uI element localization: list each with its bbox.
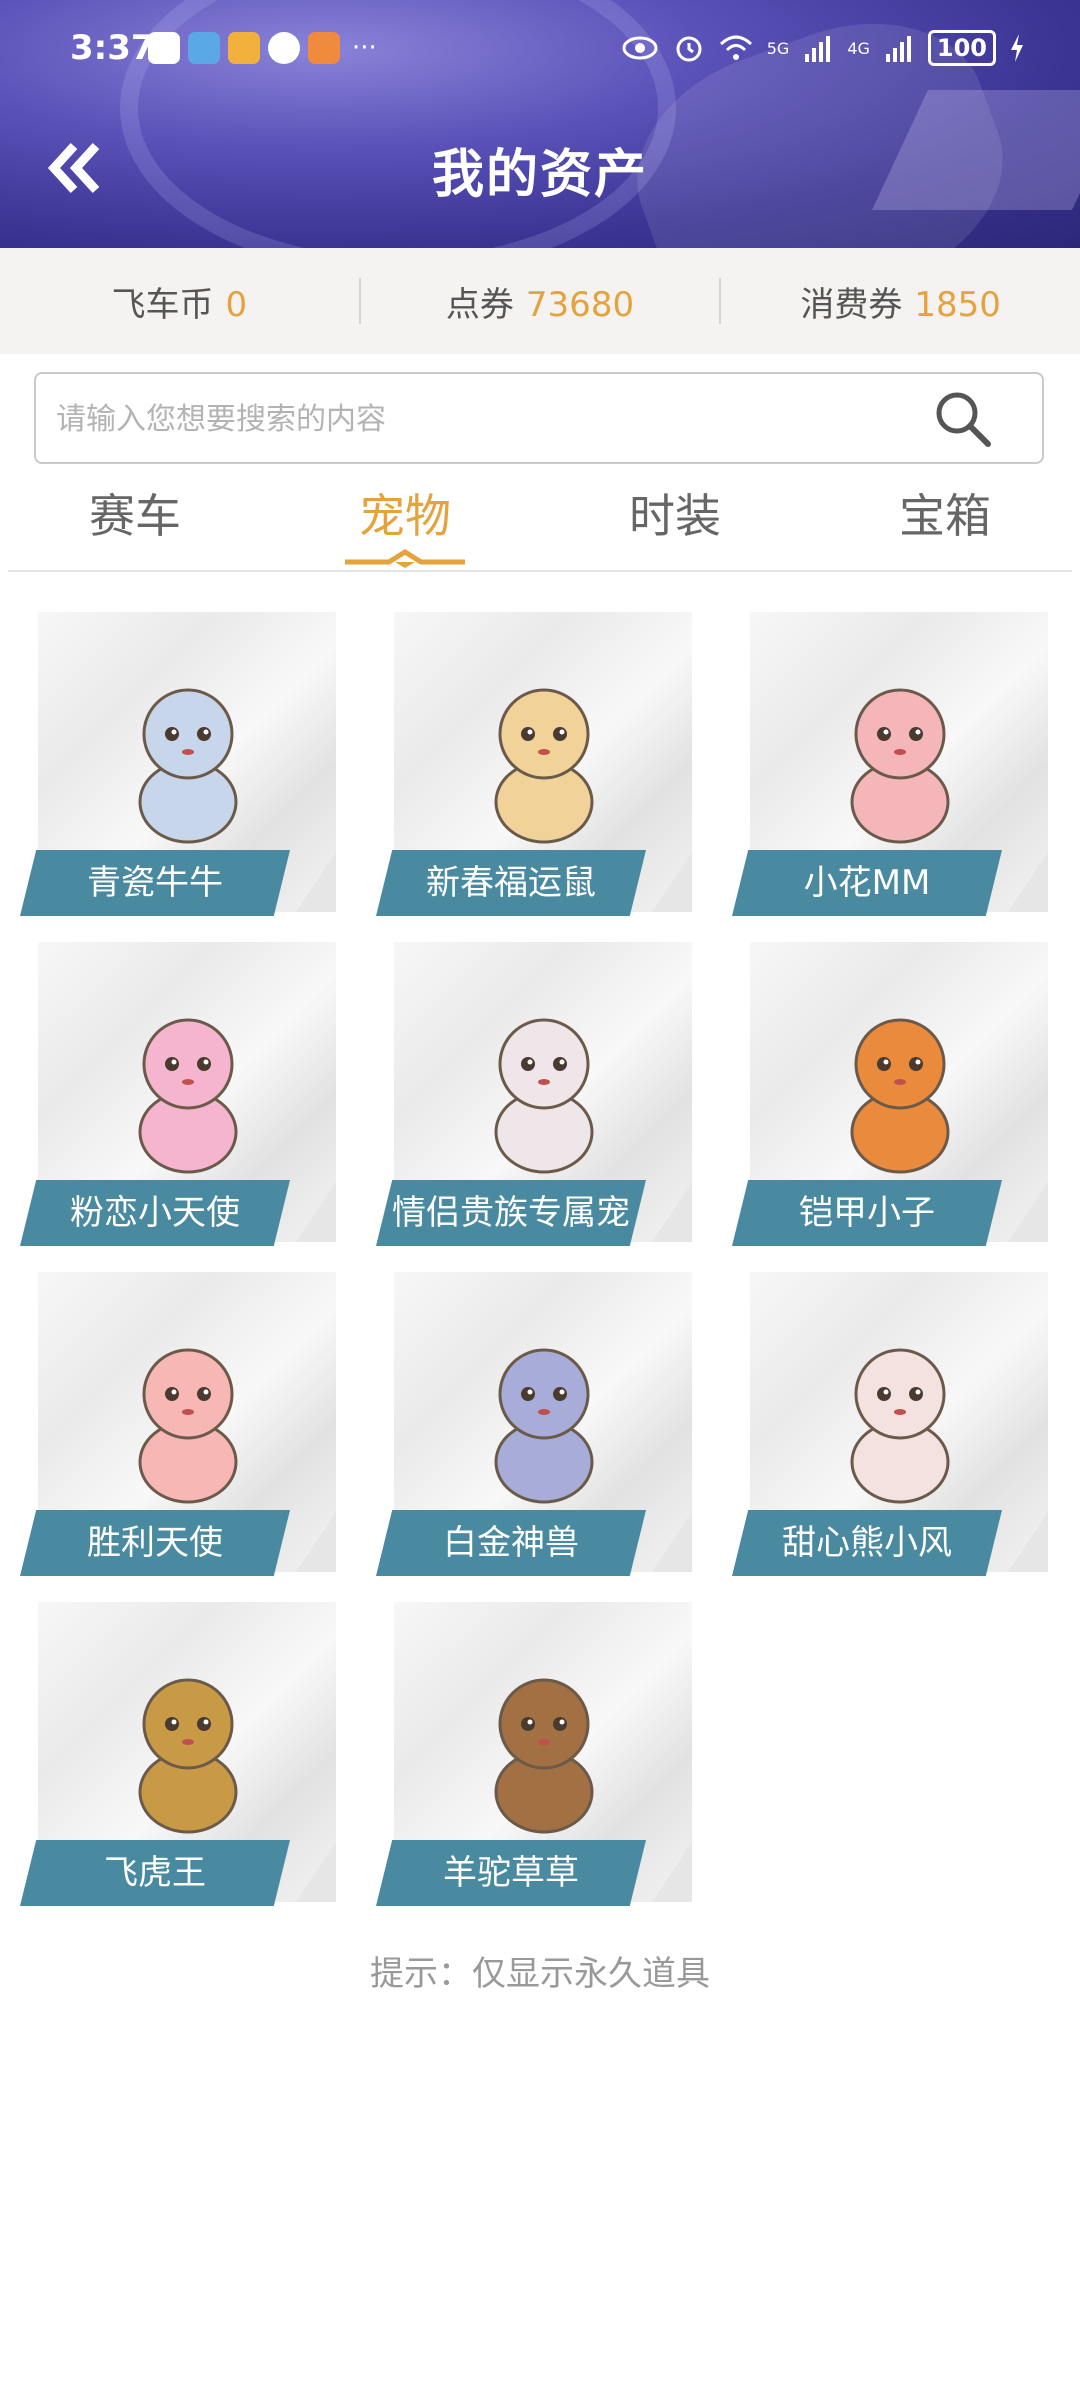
wifi-icon — [719, 35, 752, 60]
signal-icon — [885, 36, 911, 62]
pet-card[interactable]: 羊驼草草 — [376, 1602, 694, 1912]
hint-text: 提示：仅显示永久道具 — [370, 1954, 710, 1994]
active-tab-indicator — [345, 549, 465, 568]
currency-label: 消费券 — [800, 284, 903, 325]
more-notifications: ··· — [352, 33, 377, 63]
pet-card[interactable]: 情侣贵族专属宠 — [376, 942, 694, 1252]
pet-name: 甜心熊小风 — [782, 1523, 952, 1563]
header-banner: 3:37 ··· 5G 4G 100 我的资产 — [0, 0, 1080, 248]
tab-pets[interactable]: 宠物 — [270, 476, 540, 570]
currency-feiche-coin: 飞车币 0 — [0, 277, 359, 326]
app-notification-icon — [228, 32, 260, 64]
notification-icons: ··· — [148, 32, 377, 64]
alarm-icon — [676, 36, 702, 62]
currency-label: 飞车币 — [111, 284, 214, 325]
pet-name: 青瓷牛牛 — [87, 863, 223, 903]
divider — [8, 570, 1072, 572]
pet-name: 羊驼草草 — [443, 1853, 579, 1893]
pet-card[interactable]: 胜利天使 — [20, 1272, 338, 1582]
tab-label: 赛车 — [89, 489, 181, 543]
tab-label: 宝箱 — [899, 489, 991, 543]
girl-doll-icon — [850, 688, 950, 844]
pet-name: 情侣贵族专属宠 — [392, 1193, 630, 1233]
pet-card[interactable]: 甜心熊小风 — [732, 1272, 1050, 1582]
charging-icon — [1011, 34, 1023, 62]
tab-cars[interactable]: 赛车 — [0, 476, 270, 570]
victory-angel-icon — [138, 1348, 238, 1504]
pet-name: 白金神兽 — [443, 1523, 579, 1563]
bear-icon — [850, 1348, 950, 1504]
app-notification-icon — [148, 32, 180, 64]
alpaca-icon — [494, 1678, 594, 1834]
category-tabs: 赛车 宠物 时装 宝箱 — [0, 476, 1080, 570]
status-indicators: 5G 4G 100 — [621, 30, 1024, 66]
search-input[interactable] — [54, 388, 938, 450]
status-time: 3:37 — [70, 28, 155, 68]
pet-name: 胜利天使 — [87, 1523, 223, 1563]
currency-consumption-coupon: 消费券 1850 — [721, 277, 1080, 326]
battery-indicator: 100 — [927, 30, 996, 66]
pet-card[interactable]: 青瓷牛牛 — [20, 612, 338, 922]
hamster-icon — [494, 688, 594, 844]
pet-card[interactable]: 小花MM — [732, 612, 1050, 922]
search-icon[interactable] — [932, 388, 994, 450]
robot-icon — [850, 1018, 950, 1174]
currency-value: 0 — [225, 284, 248, 325]
network-type-5g: 5G — [766, 38, 790, 58]
pink-angel-icon — [138, 1018, 238, 1174]
currency-voucher: 点券 73680 — [361, 277, 720, 326]
pet-card[interactable]: 新春福运鼠 — [376, 612, 694, 922]
pet-card[interactable]: 飞虎王 — [20, 1602, 338, 1912]
signal-icon — [805, 36, 831, 62]
pet-name: 粉恋小天使 — [70, 1193, 240, 1233]
chat-notification-icon — [268, 32, 300, 64]
app-notification-icon — [188, 32, 220, 64]
eye-icon — [622, 36, 658, 60]
white-angel-icon — [494, 1018, 594, 1174]
tab-fashion[interactable]: 时装 — [540, 476, 810, 570]
porcelain-cow-icon — [138, 688, 238, 844]
pet-name: 飞虎王 — [104, 1853, 206, 1893]
search-box — [34, 372, 1044, 464]
pet-name: 铠甲小子 — [799, 1193, 935, 1233]
tab-treasure-box[interactable]: 宝箱 — [810, 476, 1080, 570]
network-type-4g: 4G — [847, 38, 870, 58]
tab-label: 时装 — [629, 489, 721, 543]
tiger-icon — [138, 1678, 238, 1834]
currency-label: 点券 — [445, 284, 514, 325]
pet-name: 小花MM — [803, 863, 931, 903]
status-bar: 3:37 ··· 5G 4G 100 — [0, 0, 1080, 100]
video-notification-icon — [308, 32, 340, 64]
platinum-beast-icon — [494, 1348, 594, 1504]
pet-name: 新春福运鼠 — [426, 863, 596, 903]
page-title: 我的资产 — [431, 145, 648, 205]
pet-card[interactable]: 白金神兽 — [376, 1272, 694, 1582]
tab-label: 宠物 — [359, 489, 451, 543]
currency-bar: 飞车币 0 点券 73680 消费券 1850 — [0, 248, 1080, 354]
pet-card[interactable]: 铠甲小子 — [732, 942, 1050, 1252]
pet-card[interactable]: 粉恋小天使 — [20, 942, 338, 1252]
currency-value: 1850 — [914, 284, 1001, 325]
currency-value: 73680 — [525, 284, 635, 325]
